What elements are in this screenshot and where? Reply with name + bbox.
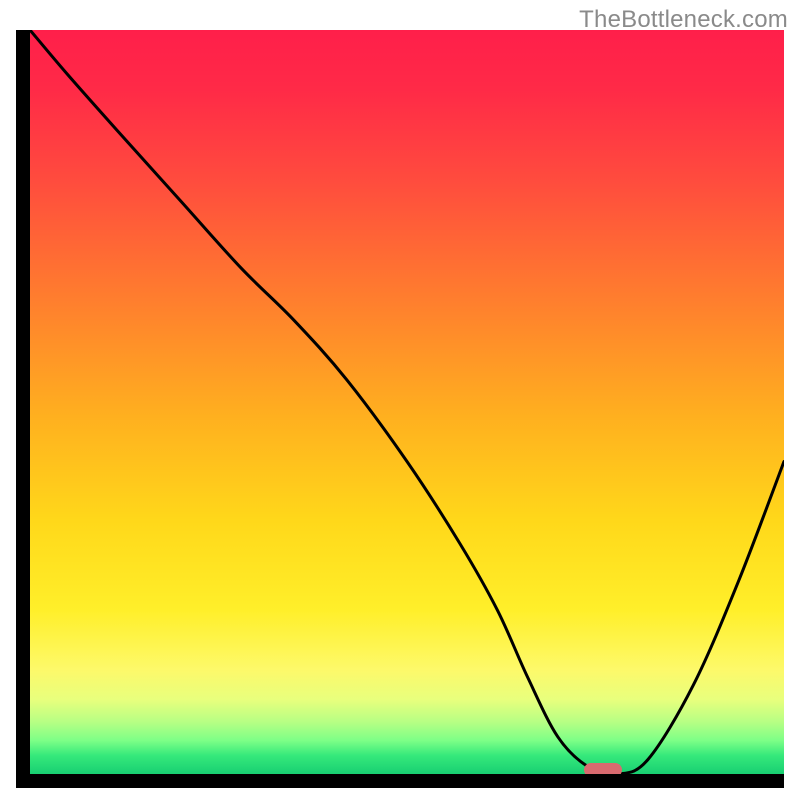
- plot-area: [30, 30, 784, 774]
- plot-frame: [16, 30, 784, 788]
- bottleneck-curve: [30, 30, 784, 774]
- chart-root: TheBottleneck.com: [0, 0, 800, 800]
- curve-path: [30, 30, 784, 774]
- optimal-point-marker: [584, 763, 622, 774]
